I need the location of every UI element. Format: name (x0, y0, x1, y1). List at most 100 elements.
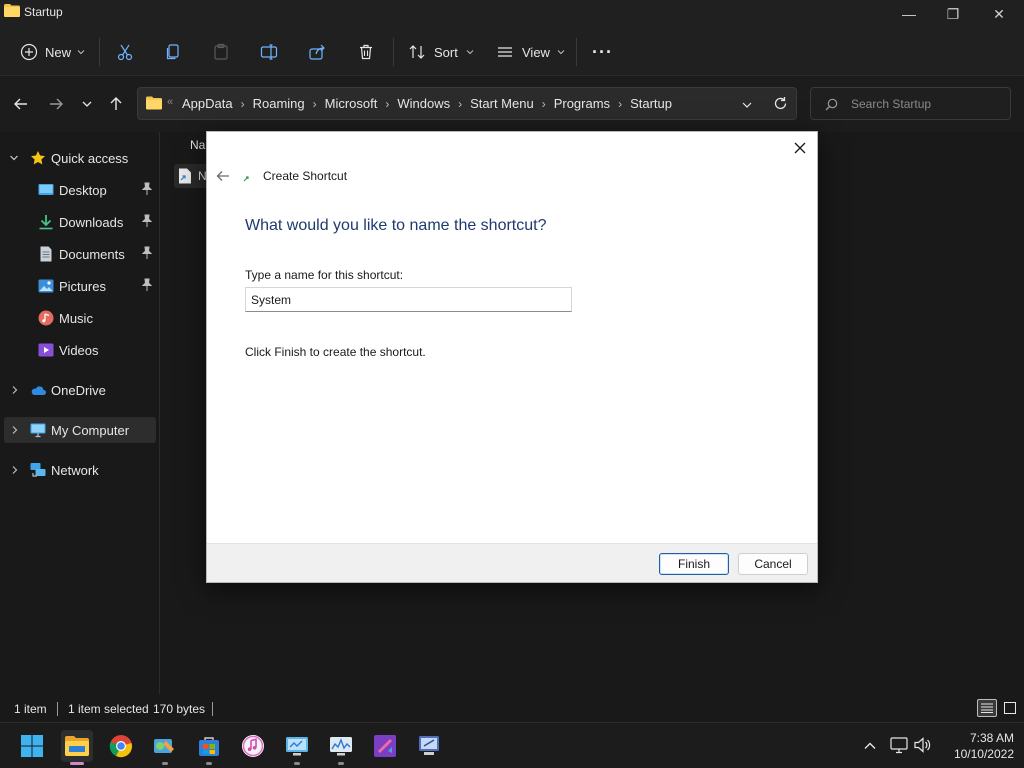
divider (99, 38, 100, 66)
view-button[interactable]: View (496, 36, 565, 68)
item-count: 1 item (14, 702, 47, 716)
close-window-button[interactable]: ✕ (976, 0, 1022, 28)
nav-item-documents[interactable]: Documents (0, 241, 156, 267)
shortcut-file-icon (179, 168, 191, 184)
network-status-icon[interactable] (890, 737, 908, 754)
chevron-right-icon[interactable] (10, 465, 20, 475)
taskbar-chrome[interactable] (105, 730, 137, 762)
breadcrumb-separator[interactable]: › (385, 97, 389, 111)
new-button[interactable]: New (20, 36, 85, 68)
maximize-button[interactable]: ❐ (930, 0, 976, 28)
downloads-icon (39, 215, 53, 230)
chevron-down-icon[interactable] (9, 153, 19, 163)
pin-icon[interactable] (141, 182, 153, 196)
tiles-view-button[interactable] (1001, 699, 1019, 717)
up-button[interactable] (104, 92, 128, 116)
taskbar-itunes[interactable] (237, 730, 269, 762)
breadcrumb-separator[interactable]: › (241, 97, 245, 111)
finish-button[interactable]: Finish (659, 553, 729, 575)
nav-item-my-computer[interactable]: My Computer (4, 417, 156, 443)
sort-button[interactable]: Sort (408, 36, 474, 68)
start-button[interactable] (16, 730, 48, 762)
chevron-down-icon (466, 50, 474, 55)
nav-item-pictures[interactable]: Pictures (0, 273, 156, 299)
delete-button[interactable] (357, 36, 375, 68)
more-options-button[interactable]: ··· (592, 36, 613, 68)
nav-label: Videos (59, 343, 99, 358)
arrow-left-icon (14, 98, 27, 110)
minimize-button[interactable]: — (886, 0, 932, 28)
taskbar-remote-desktop[interactable] (413, 730, 445, 762)
breadcrumb-separator[interactable]: › (618, 97, 622, 111)
clock-date: 10/10/2022 (953, 747, 1014, 761)
nav-label: Desktop (59, 183, 107, 198)
nav-item-videos[interactable]: Videos (0, 337, 156, 363)
nav-item-desktop[interactable]: Desktop (0, 177, 156, 203)
dialog-close-button[interactable] (789, 137, 811, 159)
pin-icon[interactable] (141, 246, 153, 260)
back-button[interactable] (9, 92, 33, 116)
breadcrumb-separator[interactable]: › (458, 97, 462, 111)
share-button[interactable] (308, 36, 326, 68)
breadcrumb-item[interactable]: Programs (554, 96, 610, 111)
address-bar[interactable]: « AppData › Roaming › Microsoft › Windows › Star… (137, 87, 797, 120)
details-view-button[interactable] (977, 699, 997, 717)
taskbar-control-panel[interactable] (149, 730, 181, 765)
breadcrumb-item[interactable]: AppData (182, 96, 233, 111)
cut-button[interactable] (116, 36, 134, 68)
rename-button[interactable] (260, 36, 278, 68)
computer-icon (30, 423, 46, 438)
recent-locations-button[interactable] (75, 92, 99, 116)
itunes-icon (242, 735, 264, 757)
chevron-up-icon[interactable] (863, 739, 877, 753)
shortcut-name-input[interactable] (245, 287, 572, 312)
breadcrumb-item[interactable]: Startup (630, 96, 672, 111)
chrome-icon (109, 735, 132, 758)
taskbar-file-explorer[interactable] (61, 730, 93, 765)
forward-button[interactable] (44, 92, 68, 116)
nav-label: Network (51, 463, 99, 478)
breadcrumb-separator[interactable]: › (542, 97, 546, 111)
network-icon (30, 463, 46, 477)
nav-item-music[interactable]: Music (0, 305, 156, 331)
taskbar-microsoft-store[interactable] (193, 730, 225, 765)
refresh-icon[interactable] (773, 96, 788, 111)
nav-quick-access[interactable]: Quick access (0, 145, 156, 171)
nav-item-downloads[interactable]: Downloads (0, 209, 156, 235)
selection-size: 170 bytes (153, 702, 206, 716)
arrow-left-icon (216, 171, 229, 181)
arrow-right-icon (50, 98, 63, 110)
system-info-icon (286, 737, 308, 756)
dialog-back-button[interactable] (213, 168, 233, 184)
clock[interactable]: 7:38 AM 10/10/2022 (940, 730, 1014, 762)
navigation-pane: Quick access Desktop Downloads Documents… (0, 132, 160, 694)
share-icon (309, 44, 325, 60)
taskbar-system-info[interactable] (281, 730, 313, 765)
chevron-right-icon[interactable] (10, 385, 20, 395)
path-overflow-indicator[interactable]: « (167, 96, 173, 108)
nav-item-onedrive[interactable]: OneDrive (0, 377, 156, 403)
chevron-right-icon[interactable] (10, 425, 20, 435)
paste-button[interactable] (212, 36, 230, 68)
taskbar-performance-monitor[interactable] (325, 730, 357, 765)
search-box[interactable]: Search Startup (810, 87, 1011, 120)
nav-item-network[interactable]: Network (0, 457, 156, 483)
copy-button[interactable] (164, 36, 182, 68)
chevron-down-icon[interactable] (741, 99, 753, 111)
breadcrumb-item[interactable]: Microsoft (325, 96, 378, 111)
breadcrumb-separator[interactable]: › (313, 97, 317, 111)
breadcrumb-item[interactable]: Roaming (253, 96, 305, 111)
breadcrumb-item[interactable]: Start Menu (470, 96, 534, 111)
breadcrumb-item[interactable]: Windows (397, 96, 450, 111)
volume-icon[interactable] (914, 737, 932, 753)
divider (576, 38, 577, 66)
cancel-button[interactable]: Cancel (738, 553, 808, 575)
name-column-header[interactable]: Na (190, 138, 205, 152)
control-panel-icon (154, 739, 174, 753)
visual-studio-icon (374, 735, 396, 757)
taskbar-visual-studio[interactable] (369, 730, 401, 762)
pin-icon[interactable] (141, 214, 153, 228)
breadcrumb: AppData › Roaming › Microsoft › Windows › Start … (182, 96, 672, 111)
pin-icon[interactable] (141, 278, 153, 292)
nav-label: Quick access (51, 151, 129, 166)
